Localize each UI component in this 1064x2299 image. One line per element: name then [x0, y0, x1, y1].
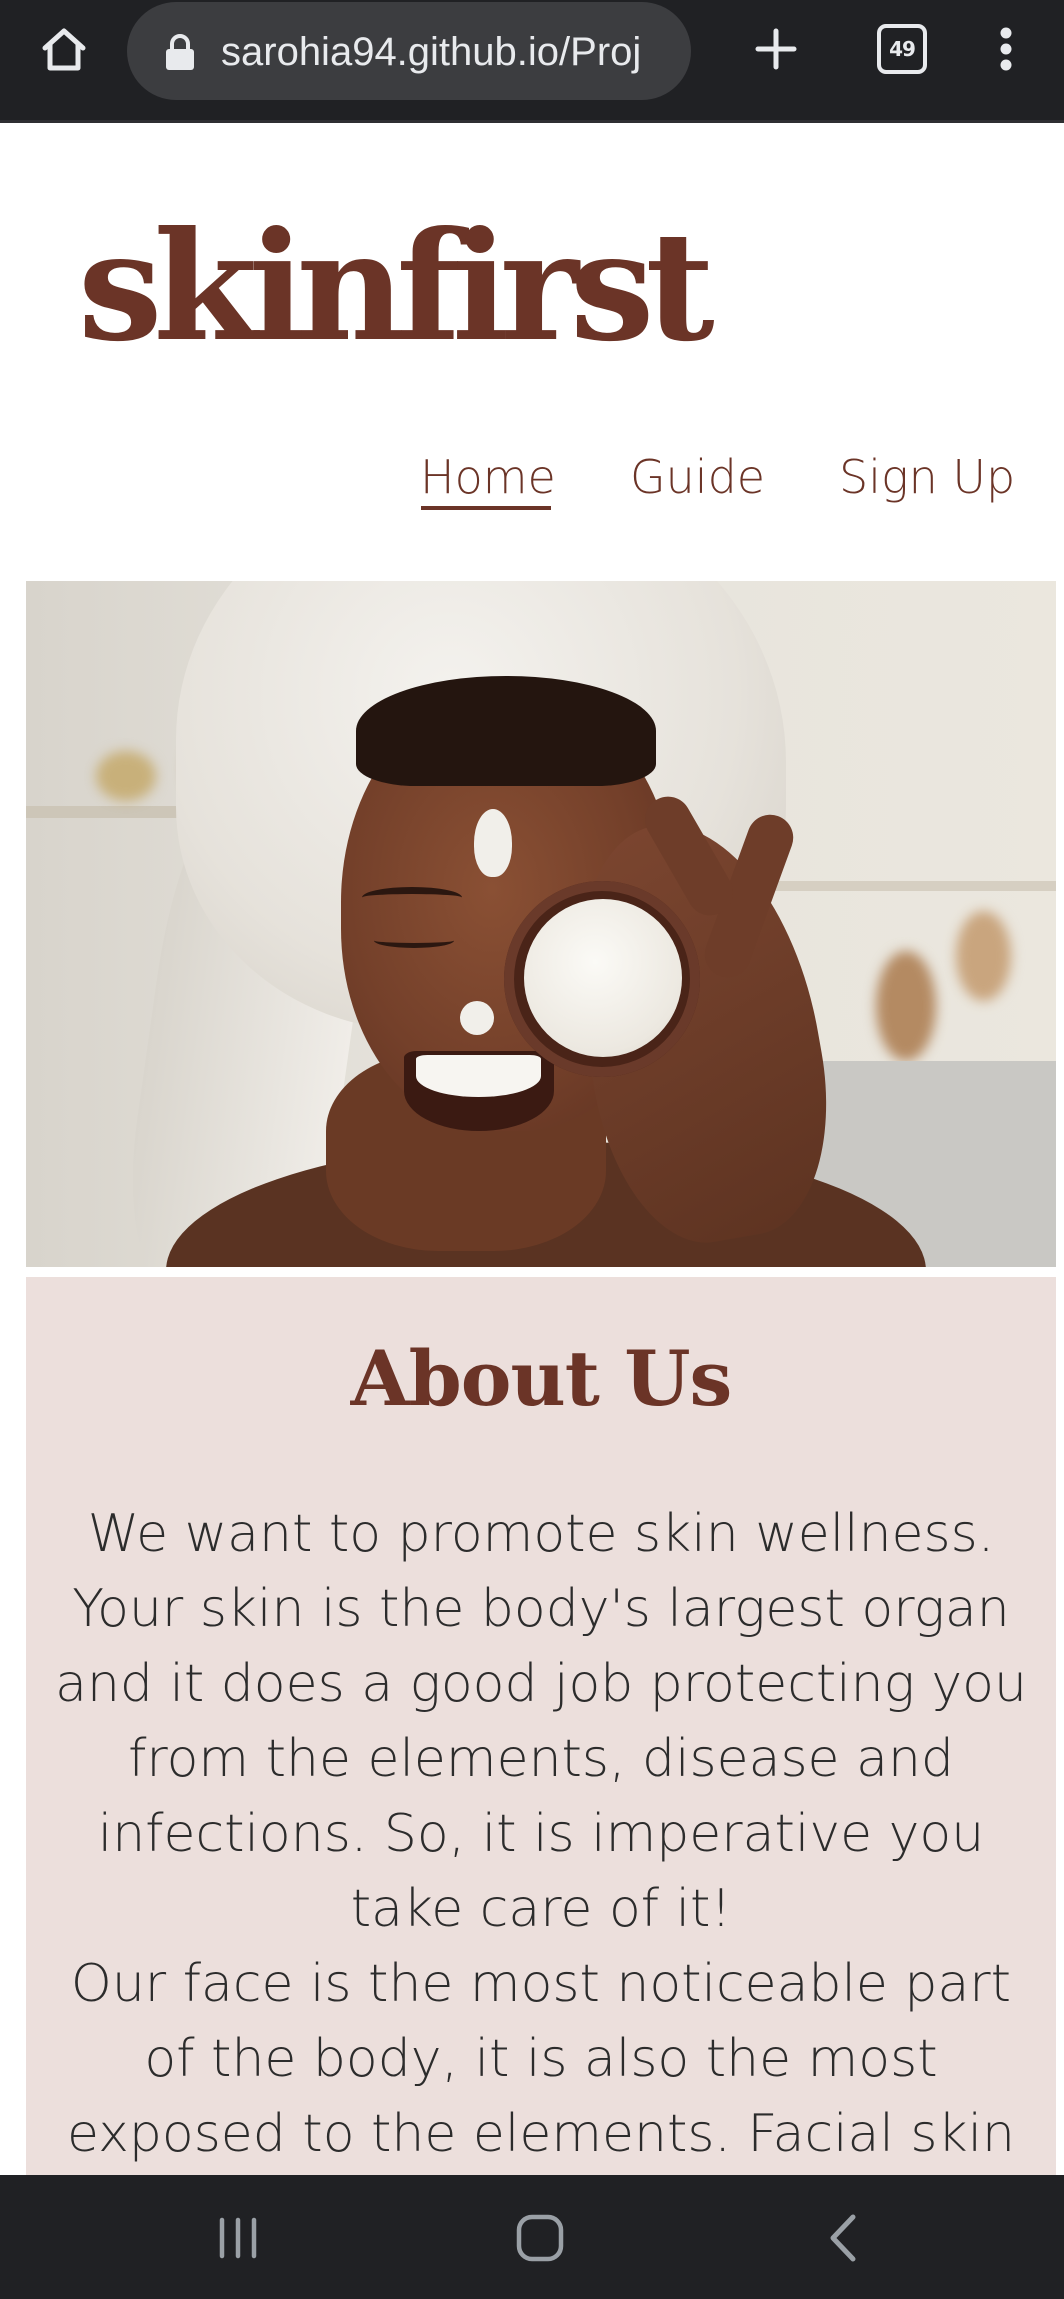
nav-link-home[interactable]: Home: [420, 442, 556, 512]
plus-icon: [755, 28, 797, 70]
eyebrow: [362, 887, 462, 908]
jar-cream: [524, 899, 682, 1057]
tab-count: 49: [877, 24, 927, 74]
background-object: [96, 751, 156, 801]
system-home-button[interactable]: [500, 2203, 580, 2273]
about-body: We want to promote skin wellness. Your s…: [46, 1497, 1036, 2172]
hero-image: [26, 581, 1056, 1267]
lock-icon: [166, 34, 194, 70]
about-section: About Us We want to promote skin wellnes…: [26, 1277, 1056, 2177]
site-logo[interactable]: skinfirst: [78, 192, 715, 382]
system-navigation-bar: [0, 2175, 1064, 2299]
back-icon: [830, 2214, 856, 2262]
url-text[interactable]: sarohia94.github.io/Proj: [221, 26, 681, 78]
tab-switcher-button[interactable]: 49: [866, 18, 938, 80]
nav-link-guide[interactable]: Guide: [630, 442, 765, 512]
closed-eye: [374, 933, 454, 948]
active-nav-indicator: [421, 506, 551, 510]
about-paragraph: We want to promote skin wellness. Your s…: [55, 1504, 1027, 1939]
recents-button[interactable]: [198, 2203, 278, 2273]
browser-toolbar: sarohia94.github.io/Proj 49: [0, 0, 1064, 123]
hair: [356, 676, 656, 786]
cream-dab: [474, 809, 512, 877]
nav-link-sign-up[interactable]: Sign Up: [839, 442, 1015, 512]
browser-menu-button[interactable]: [976, 18, 1036, 80]
about-heading: About Us: [350, 1334, 733, 1423]
back-button[interactable]: [803, 2203, 883, 2273]
background-object: [956, 911, 1011, 1001]
address-bar[interactable]: sarohia94.github.io/Proj: [127, 2, 691, 100]
home-icon: [516, 2214, 564, 2262]
teeth: [416, 1055, 541, 1097]
main-nav: Home Guide Sign Up: [0, 442, 1064, 512]
browser-home-button[interactable]: [28, 18, 100, 80]
background-shelf: [766, 881, 1056, 891]
background-object: [876, 951, 936, 1061]
home-icon: [42, 28, 86, 71]
new-tab-button[interactable]: [740, 18, 812, 80]
about-paragraph: Our face is the most noticeable part of …: [67, 1954, 1015, 2164]
cream-dab: [460, 1001, 494, 1035]
recents-icon: [219, 2217, 257, 2259]
more-vert-icon: [1000, 27, 1012, 71]
